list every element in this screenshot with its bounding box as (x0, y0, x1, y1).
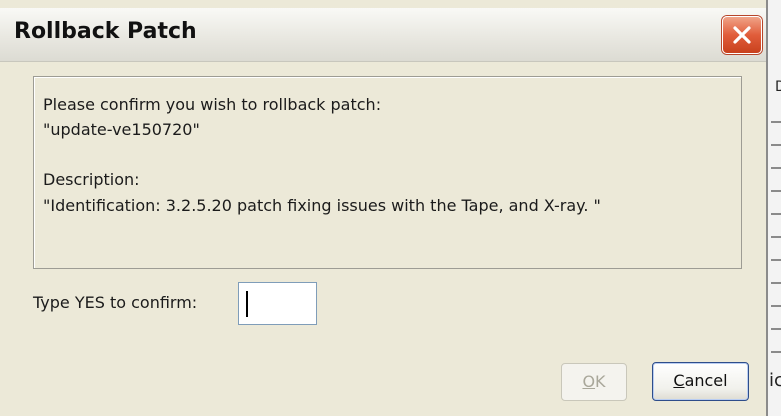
message-panel: Please confirm you wish to rollback patc… (33, 76, 742, 269)
background-line (771, 236, 781, 238)
cancel-label-rest: ancel (684, 371, 728, 390)
background-line (771, 190, 781, 192)
text-caret (246, 291, 248, 317)
dialog-title: Rollback Patch (14, 19, 197, 44)
rollback-patch-dialog: Rollback Patch Please confirm you wish t… (0, 0, 768, 416)
confirm-label: Type YES to confirm: (33, 293, 198, 312)
background-line (771, 121, 781, 123)
confirm-input[interactable] (238, 282, 317, 325)
background-line (771, 213, 781, 215)
background-line (771, 351, 781, 353)
description-label: Description: (43, 170, 140, 189)
ok-mnemonic: O (582, 372, 596, 391)
close-button[interactable] (722, 16, 762, 54)
patch-name: "update-ve150720" (43, 120, 200, 139)
background-line (771, 282, 781, 284)
confirm-message: Please confirm you wish to rollback patc… (43, 95, 382, 114)
background-line (771, 144, 781, 146)
ok-button[interactable]: OK (561, 363, 627, 401)
close-icon (733, 26, 751, 44)
ok-label-rest: K (595, 372, 606, 391)
cancel-button[interactable]: Cancel (652, 362, 749, 401)
title-bar[interactable]: Rollback Patch (0, 8, 766, 62)
background-line (771, 305, 781, 307)
background-line (771, 259, 781, 261)
background-glyph-top: D (775, 79, 781, 95)
background-line (771, 328, 781, 330)
background-line (771, 167, 781, 169)
cancel-mnemonic: C (673, 371, 685, 390)
background-glyph-bottom: ic (769, 370, 781, 391)
description-text: "Identification: 3.2.5.20 patch fixing i… (43, 196, 601, 215)
